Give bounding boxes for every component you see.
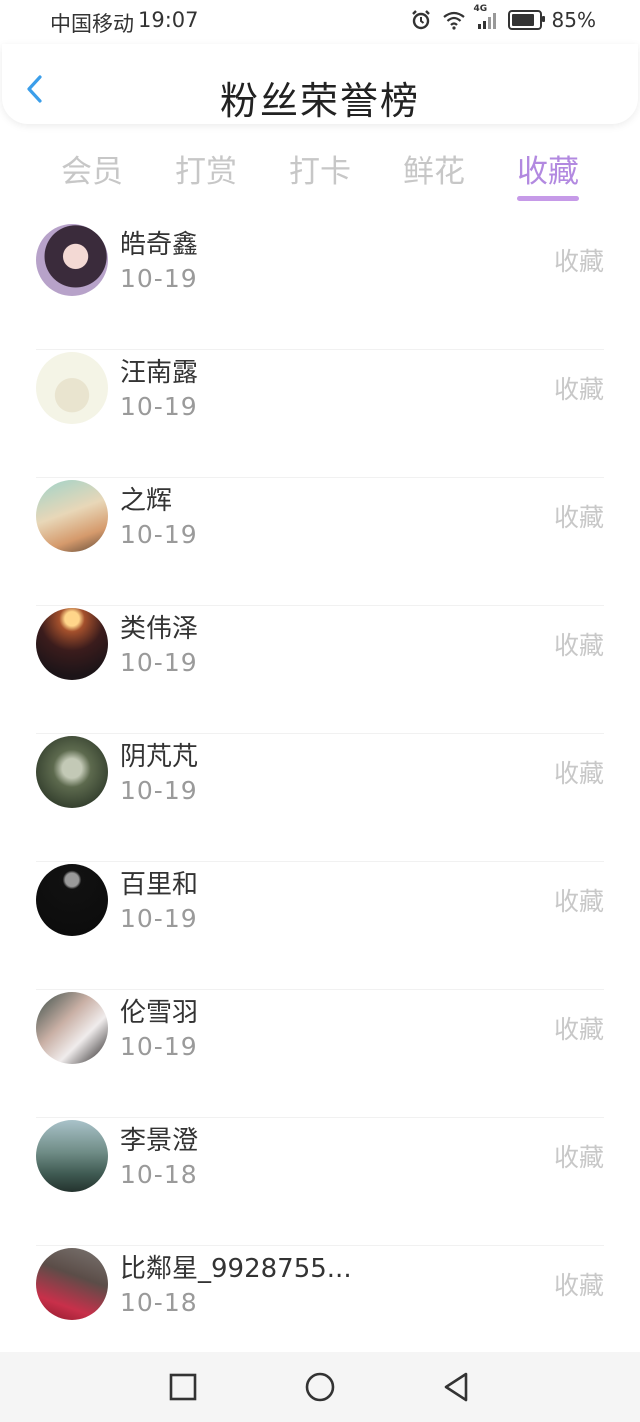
header: 粉丝荣誉榜 <box>2 44 638 124</box>
fan-list: 皓奇鑫 10-19 收藏 汪南露 10-19 收藏 之辉 10-19 收藏 类伟… <box>0 222 640 1374</box>
avatar <box>36 224 108 296</box>
fan-date: 10-19 <box>120 904 198 933</box>
wifi-icon <box>442 10 466 30</box>
home-button[interactable] <box>303 1370 337 1404</box>
battery-icon <box>507 10 545 30</box>
favorite-label: 收藏 <box>553 631 604 660</box>
favorite-label: 收藏 <box>553 1015 604 1044</box>
fan-name: 伦雪羽 <box>120 998 199 1028</box>
favorite-label: 收藏 <box>553 1143 604 1172</box>
status-left: 中国移动 19:07 <box>50 8 199 38</box>
fan-date: 10-19 <box>120 776 198 805</box>
favorite-label: 收藏 <box>553 503 604 532</box>
fan-name: 汪南露 <box>120 358 199 388</box>
list-item[interactable]: 阴芃芃 10-19 收藏 <box>0 734 640 862</box>
fan-date: 10-18 <box>120 1288 198 1317</box>
list-item[interactable]: 伦雪羽 10-19 收藏 <box>0 990 640 1118</box>
list-item[interactable]: 之辉 10-19 收藏 <box>0 478 640 606</box>
circle-home-icon <box>305 1372 335 1402</box>
fan-date: 10-18 <box>120 1160 198 1189</box>
page-title: 粉丝荣誉榜 <box>219 79 420 123</box>
list-item[interactable]: 皓奇鑫 10-19 收藏 <box>0 222 640 350</box>
fan-name: 比鄰星_9928755... <box>120 1254 352 1284</box>
fan-date: 10-19 <box>120 520 198 549</box>
favorite-label: 收藏 <box>553 375 604 404</box>
fan-date: 10-19 <box>120 1032 198 1061</box>
avatar <box>36 1120 108 1192</box>
list-item[interactable]: 汪南露 10-19 收藏 <box>0 350 640 478</box>
status-bar: 中国移动 19:07 4G 85% <box>0 0 640 44</box>
recents-button[interactable] <box>166 1370 200 1404</box>
avatar <box>36 992 108 1064</box>
fan-name: 百里和 <box>120 870 199 900</box>
favorite-label: 收藏 <box>553 1271 604 1300</box>
tab-flowers[interactable]: 鲜花 <box>384 146 484 191</box>
triangle-back-icon <box>444 1372 468 1402</box>
system-nav-bar <box>0 1352 640 1422</box>
avatar <box>36 1248 108 1320</box>
active-tab-indicator <box>517 196 579 201</box>
avatar <box>36 736 108 808</box>
battery-percent: 85% <box>551 8 596 32</box>
fan-name: 之辉 <box>120 486 173 516</box>
fan-name: 皓奇鑫 <box>120 230 199 260</box>
signal-icon: 4G <box>474 4 498 30</box>
fan-name: 阴芃芃 <box>120 742 199 772</box>
favorite-label: 收藏 <box>553 887 604 916</box>
list-item[interactable]: 类伟泽 10-19 收藏 <box>0 606 640 734</box>
list-item[interactable]: 李景澄 10-18 收藏 <box>0 1118 640 1246</box>
clock: 19:07 <box>138 8 199 32</box>
favorite-label: 收藏 <box>553 247 604 276</box>
tab-checkin[interactable]: 打卡 <box>270 146 370 191</box>
tab-favorites[interactable]: 收藏 <box>498 146 598 191</box>
fan-name: 李景澄 <box>120 1126 199 1156</box>
tab-bar: 会员 打赏 打卡 鲜花 收藏 <box>0 140 640 210</box>
avatar <box>36 480 108 552</box>
list-item[interactable]: 百里和 10-19 收藏 <box>0 862 640 990</box>
alarm-icon <box>410 9 432 31</box>
fan-date: 10-19 <box>120 264 198 293</box>
status-right: 4G 85% <box>410 4 596 32</box>
fan-name: 类伟泽 <box>120 614 199 644</box>
tab-members[interactable]: 会员 <box>42 146 142 191</box>
square-recents-icon <box>169 1373 197 1401</box>
network-type: 4G <box>473 4 488 14</box>
favorite-label: 收藏 <box>553 759 604 788</box>
fan-date: 10-19 <box>120 648 198 677</box>
carrier-name: 中国移动 <box>50 12 134 36</box>
fan-date: 10-19 <box>120 392 198 421</box>
avatar <box>36 608 108 680</box>
system-back-button[interactable] <box>440 1370 474 1404</box>
avatar <box>36 352 108 424</box>
tab-rewards[interactable]: 打赏 <box>156 146 256 191</box>
avatar <box>36 864 108 936</box>
